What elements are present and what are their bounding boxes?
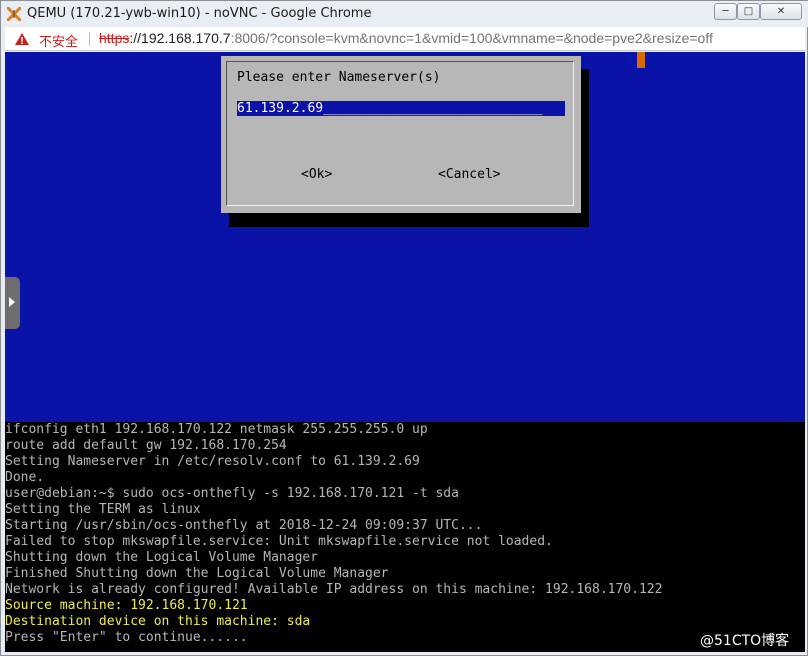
- cancel-button[interactable]: <Cancel>: [438, 167, 501, 182]
- maximize-button[interactable]: □: [737, 3, 760, 20]
- qemu-app-icon: [7, 7, 21, 21]
- terminal-line: ifconfig eth1 192.168.170.122 netmask 25…: [5, 422, 428, 437]
- url-host: ://192.168.170.7: [129, 30, 231, 46]
- expand-arrow-icon: [9, 297, 15, 307]
- terminal-line: Setting the TERM as linux: [5, 502, 201, 517]
- terminal-line: Failed to stop mkswapfile.service: Unit …: [5, 534, 553, 549]
- terminal-line-source-machine: Source machine: 192.168.170.121: [5, 598, 248, 613]
- terminal-line: Finished Shutting down the Logical Volum…: [5, 566, 389, 581]
- terminal-output: ifconfig eth1 192.168.170.122 netmask 25…: [5, 422, 805, 652]
- dialog-prompt: Please enter Nameserver(s): [237, 70, 441, 85]
- novnc-control-bar-handle[interactable]: [5, 277, 20, 329]
- warning-icon[interactable]: [14, 32, 30, 46]
- minimize-button[interactable]: ─: [714, 3, 737, 20]
- minimize-icon: ─: [722, 6, 729, 17]
- terminal-line: Shutting down the Logical Volume Manager: [5, 550, 319, 565]
- window-title: QEMU (170.21-ywb-win10) - noVNC - Google…: [27, 6, 372, 21]
- terminal-line: Starting /usr/sbin/ocs-onthefly at 2018-…: [5, 518, 483, 533]
- browser-window: QEMU (170.21-ywb-win10) - noVNC - Google…: [0, 0, 808, 656]
- nameserver-input[interactable]: 61.139.2.69____________________________: [237, 101, 565, 116]
- nameserver-dialog: Please enter Nameserver(s) 61.139.2.69__…: [221, 56, 581, 213]
- watermark: @51CTO博客: [700, 633, 790, 649]
- terminal-line: Done.: [5, 470, 45, 485]
- ok-button[interactable]: <Ok>: [301, 167, 332, 182]
- terminal-line: Setting Nameserver in /etc/resolv.conf t…: [5, 454, 420, 469]
- address-divider: [89, 32, 90, 46]
- maximize-icon: □: [743, 6, 754, 17]
- console-cursor-block: [637, 52, 645, 68]
- url-scheme: https: [99, 30, 130, 46]
- title-bar[interactable]: QEMU (170.21-ywb-win10) - noVNC - Google…: [1, 1, 808, 27]
- terminal-line-press-enter: Press "Enter" to continue......: [5, 630, 248, 645]
- terminal-line-destination-device: Destination device on this machine: sda: [5, 614, 311, 629]
- security-status-label[interactable]: 不安全: [39, 31, 78, 50]
- terminal-line: route add default gw 192.168.170.254: [5, 438, 287, 453]
- close-icon: ✕: [776, 6, 786, 17]
- terminal-line: user@debian:~$ sudo ocs-onthefly -s 192.…: [5, 486, 459, 501]
- url-path: :8006/?console=kvm&novnc=1&vmid=100&vmna…: [230, 30, 713, 46]
- nameserver-input-value: 61.139.2.69____________________________: [237, 101, 543, 116]
- address-bar[interactable]: 不安全 https://192.168.170.7:8006/?console=…: [5, 27, 805, 51]
- terminal-line: Network is already configured! Available…: [5, 582, 663, 597]
- close-button[interactable]: ✕: [760, 3, 802, 20]
- url-text[interactable]: https://192.168.170.7:8006/?console=kvm&…: [99, 30, 713, 46]
